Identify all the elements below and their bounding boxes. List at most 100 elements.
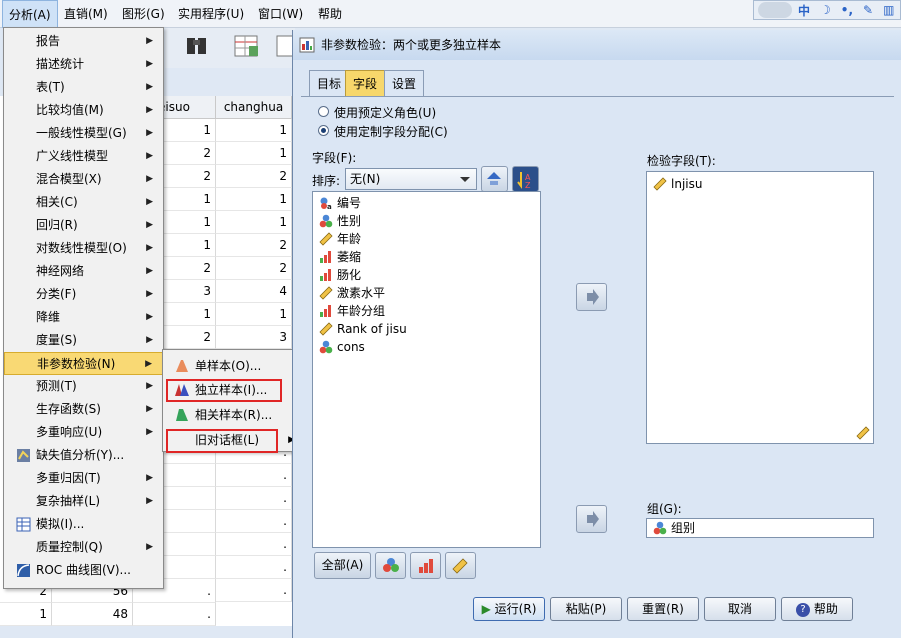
moon-icon[interactable]: ☽ xyxy=(820,3,831,17)
field-item[interactable]: a 编号 xyxy=(317,194,361,212)
tab-objective[interactable]: 目标 xyxy=(309,70,350,96)
field-item[interactable]: 激素水平 xyxy=(317,284,385,302)
punctuation-icon[interactable]: •, xyxy=(841,3,853,17)
wrench-icon[interactable]: ✎ xyxy=(863,3,873,17)
grid-cell[interactable]: 48 xyxy=(52,603,133,626)
menu-item[interactable]: 一般线性模型(G) ▶ xyxy=(4,122,163,145)
grid-cell[interactable]: . xyxy=(133,603,216,626)
column-header-changhua[interactable]: changhua xyxy=(216,96,292,119)
menu-item[interactable]: 复杂抽样(L) ▶ xyxy=(4,490,163,513)
binoculars-icon[interactable] xyxy=(187,38,206,54)
menu-item-label: 回归(R) xyxy=(36,218,78,232)
grid-cell[interactable]: 1 xyxy=(0,603,52,626)
group-field-item[interactable]: 组别 xyxy=(651,519,695,537)
menu-item[interactable]: 度量(S) ▶ xyxy=(4,329,163,352)
menu-item[interactable]: 预测(T) ▶ xyxy=(4,375,163,398)
run-button[interactable]: ▶ 运行(R) xyxy=(473,597,545,621)
radio-predefined-roles[interactable] xyxy=(318,106,329,117)
move-to-test-fields-button[interactable] xyxy=(576,283,607,311)
grid-cell[interactable]: 1 xyxy=(216,188,292,211)
move-to-group-button[interactable] xyxy=(576,505,607,533)
menu-item[interactable]: 质量控制(Q) ▶ xyxy=(4,536,163,559)
svg-text:Z: Z xyxy=(525,181,531,190)
analyze-menu: 报告 ▶ 描述统计 ▶ 表(T) ▶ 比较均值(M) ▶ 一般线性模型(G) ▶ 广义线性模型 ▶ 混合… xyxy=(3,27,164,589)
submenu-related-samples[interactable]: 相关样本(R)... xyxy=(163,403,305,427)
menu-item[interactable]: 分类(F) ▶ xyxy=(4,283,163,306)
ime-chinese-label[interactable]: 中 xyxy=(798,2,810,19)
menu-item[interactable]: 报告 ▶ xyxy=(4,30,163,53)
grid-cell[interactable]: 3 xyxy=(216,326,292,349)
grid-cell[interactable]: . xyxy=(216,556,292,579)
ime-toolbar[interactable]: 中 ☽ •, ✎ ▥ xyxy=(753,0,901,20)
grid-cell[interactable]: 1 xyxy=(216,211,292,234)
radio-custom-assignments[interactable] xyxy=(318,125,329,136)
grid-cell[interactable]: 4 xyxy=(216,280,292,303)
select-ordinal-button[interactable] xyxy=(410,552,441,579)
menu-direct-marketing[interactable]: 直销(M) xyxy=(58,0,114,28)
cancel-button[interactable]: 取消 xyxy=(704,597,776,621)
group-field[interactable]: 组别 xyxy=(646,518,874,538)
menu-analyze[interactable]: 分析(A) xyxy=(2,0,58,28)
menu-item[interactable]: 对数线性模型(O) ▶ xyxy=(4,237,163,260)
menu-item[interactable]: 缺失值分析(Y)... xyxy=(4,444,163,467)
sort-descending-button[interactable]: AZ xyxy=(512,166,539,192)
menu-item[interactable]: 比较均值(M) ▶ xyxy=(4,99,163,122)
grid-cell[interactable]: 2 xyxy=(216,165,292,188)
menu-item[interactable]: 神经网络 ▶ xyxy=(4,260,163,283)
grid-cell[interactable]: 1 xyxy=(216,142,292,165)
insert-variable-icon[interactable] xyxy=(276,35,294,57)
test-field-item[interactable]: lnjisu xyxy=(651,175,702,193)
menu-item[interactable]: 描述统计 ▶ xyxy=(4,53,163,76)
paste-button[interactable]: 粘贴(P) xyxy=(550,597,622,621)
menu-graphs[interactable]: 图形(G) xyxy=(116,0,171,28)
menu-item[interactable]: 非参数检验(N) ▶ xyxy=(4,352,163,375)
grid-cell[interactable]: 1 xyxy=(216,119,292,142)
field-item[interactable]: Rank of jisu xyxy=(317,320,407,338)
field-item[interactable]: 性别 xyxy=(317,212,361,230)
field-item[interactable]: cons xyxy=(317,338,365,356)
grid-cell[interactable]: . xyxy=(216,510,292,533)
menu-item[interactable]: 表(T) ▶ xyxy=(4,76,163,99)
test-fields-list[interactable]: lnjisu xyxy=(646,171,874,444)
field-item[interactable]: 萎缩 xyxy=(317,248,361,266)
keyboard-icon[interactable]: ▥ xyxy=(883,3,894,17)
select-nominal-button[interactable] xyxy=(375,552,406,579)
sort-dropdown[interactable]: 无(N) xyxy=(345,168,477,190)
field-item[interactable]: 年龄分组 xyxy=(317,302,385,320)
help-button[interactable]: ? 帮助 xyxy=(781,597,853,621)
submenu-one-sample[interactable]: 单样本(O)... xyxy=(163,354,305,378)
grid-cell[interactable]: 2 xyxy=(216,234,292,257)
grid-cell[interactable]: . xyxy=(216,579,292,602)
highlight-box-legacy xyxy=(166,429,278,453)
menu-item[interactable]: 多重响应(U) ▶ xyxy=(4,421,163,444)
field-item[interactable]: 年龄 xyxy=(317,230,361,248)
select-scale-button[interactable] xyxy=(445,552,476,579)
menu-item[interactable]: 生存函数(S) ▶ xyxy=(4,398,163,421)
grid-cell[interactable]: . xyxy=(216,533,292,556)
select-all-button[interactable]: 全部(A) xyxy=(314,552,371,579)
fields-list[interactable]: a 编号 性别 年龄 萎缩 肠化 激素水平 年龄分组 Rank of jisu cons xyxy=(312,191,541,548)
tab-settings[interactable]: 设置 xyxy=(384,70,425,96)
menu-item[interactable]: 降维 ▶ xyxy=(4,306,163,329)
menu-item[interactable]: 回归(R) ▶ xyxy=(4,214,163,237)
sort-ascending-button[interactable] xyxy=(481,166,508,192)
menu-item[interactable]: 广义线性模型 ▶ xyxy=(4,145,163,168)
grid-cell[interactable]: . xyxy=(216,487,292,510)
grid-cell[interactable]: 1 xyxy=(216,303,292,326)
test-fields-label: 检验字段(T): xyxy=(647,154,716,168)
menu-item[interactable]: ROC 曲线图(V)... xyxy=(4,559,163,582)
field-item[interactable]: 肠化 xyxy=(317,266,361,284)
grid-cell[interactable]: 2 xyxy=(216,257,292,280)
grid-cell[interactable]: . xyxy=(216,464,292,487)
tab-fields[interactable]: 字段 xyxy=(345,70,386,96)
menu-item[interactable]: 多重归因(T) ▶ xyxy=(4,467,163,490)
menu-item[interactable]: 混合模型(X) ▶ xyxy=(4,168,163,191)
menu-help[interactable]: 帮助 xyxy=(312,0,348,28)
menu-item[interactable]: 相关(C) ▶ xyxy=(4,191,163,214)
reset-button[interactable]: 重置(R) xyxy=(627,597,699,621)
menu-utilities[interactable]: 实用程序(U) xyxy=(172,0,250,28)
menu-window[interactable]: 窗口(W) xyxy=(252,0,309,28)
menu-item[interactable]: 模拟(I)... xyxy=(4,513,163,536)
dialog-title-bar[interactable]: 非参数检验：两个或更多独立样本 xyxy=(293,30,901,60)
insert-cases-icon[interactable] xyxy=(234,35,258,57)
